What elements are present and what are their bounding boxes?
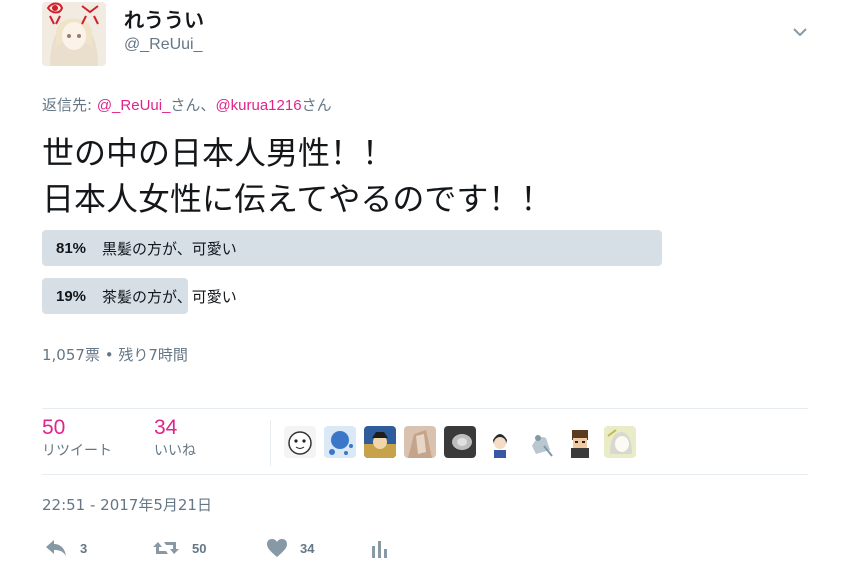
tweet-line-1: 世の中の日本人男性！！ [42, 134, 395, 172]
reply-count: 3 [80, 540, 88, 556]
reply-button[interactable]: 3 [44, 536, 87, 560]
liker-avatar[interactable] [404, 426, 436, 458]
like-count: 34 [300, 540, 315, 556]
liker-avatar[interactable] [604, 426, 636, 458]
liker-avatar[interactable] [444, 426, 476, 458]
liker-avatar[interactable] [284, 426, 316, 458]
reply-to-line: 返信先: @_ReUui_さん、@kurua1216さん [42, 94, 332, 115]
retweet-stat[interactable]: 50 リツイート [42, 416, 112, 460]
tweet-timestamp[interactable]: 22:51 - 2017年5月21日 [42, 494, 212, 515]
poll-percent: 19% [56, 287, 87, 305]
poll-option-label: 茶髪の方が、可愛い [102, 287, 237, 306]
display-name[interactable]: れううい [124, 4, 204, 33]
poll-percent: 81% [56, 239, 87, 257]
reply-suffix: さん [301, 96, 332, 114]
retweet-count: 50 [192, 540, 207, 556]
liker-avatar[interactable] [324, 426, 356, 458]
like-label: いいね [154, 443, 196, 459]
chevron-down-icon[interactable] [790, 22, 810, 42]
heart-icon [267, 539, 287, 557]
liker-avatar[interactable] [564, 426, 596, 458]
reply-icon [46, 540, 66, 556]
avatar-image [42, 2, 106, 66]
user-handle[interactable]: @_ReUui_ [124, 36, 203, 54]
poll-option: 81% 黒髪の方が、可愛い [42, 230, 237, 266]
like-stat[interactable]: 34 いいね [154, 416, 196, 460]
like-button[interactable]: 34 [266, 536, 314, 560]
tweet-text: 世の中の日本人男性！！ 日本人女性に伝えてやるのです！！ [42, 130, 552, 222]
poll-option-label: 黒髪の方が、可愛い [102, 239, 237, 258]
mention-link[interactable]: @kurua1216 [215, 97, 301, 114]
retweet-icon [153, 542, 179, 554]
liker-avatar[interactable] [484, 426, 516, 458]
retweet-count: 50 [42, 416, 66, 439]
analytics-button[interactable] [370, 536, 402, 560]
poll-meta: 1,057票 • 残り7時間 [42, 346, 188, 364]
retweet-button[interactable]: 50 [152, 536, 206, 560]
divider [42, 408, 808, 409]
avatar[interactable] [42, 2, 106, 66]
retweet-label: リツイート [42, 443, 112, 459]
bar-chart-icon [372, 541, 387, 558]
tweet-line-2: 日本人女性に伝えてやるのです！！ [42, 180, 553, 218]
liker-avatar[interactable] [524, 426, 556, 458]
mention-link[interactable]: @_ReUui_ [97, 97, 171, 114]
divider [42, 474, 808, 475]
reply-prefix: 返信先: [42, 96, 97, 114]
liker-avatar[interactable] [364, 426, 396, 458]
divider [270, 420, 271, 466]
poll-option: 19% 茶髪の方が、可愛い [42, 278, 237, 314]
reply-separator: さん、 [170, 96, 216, 114]
like-count: 34 [154, 416, 178, 439]
